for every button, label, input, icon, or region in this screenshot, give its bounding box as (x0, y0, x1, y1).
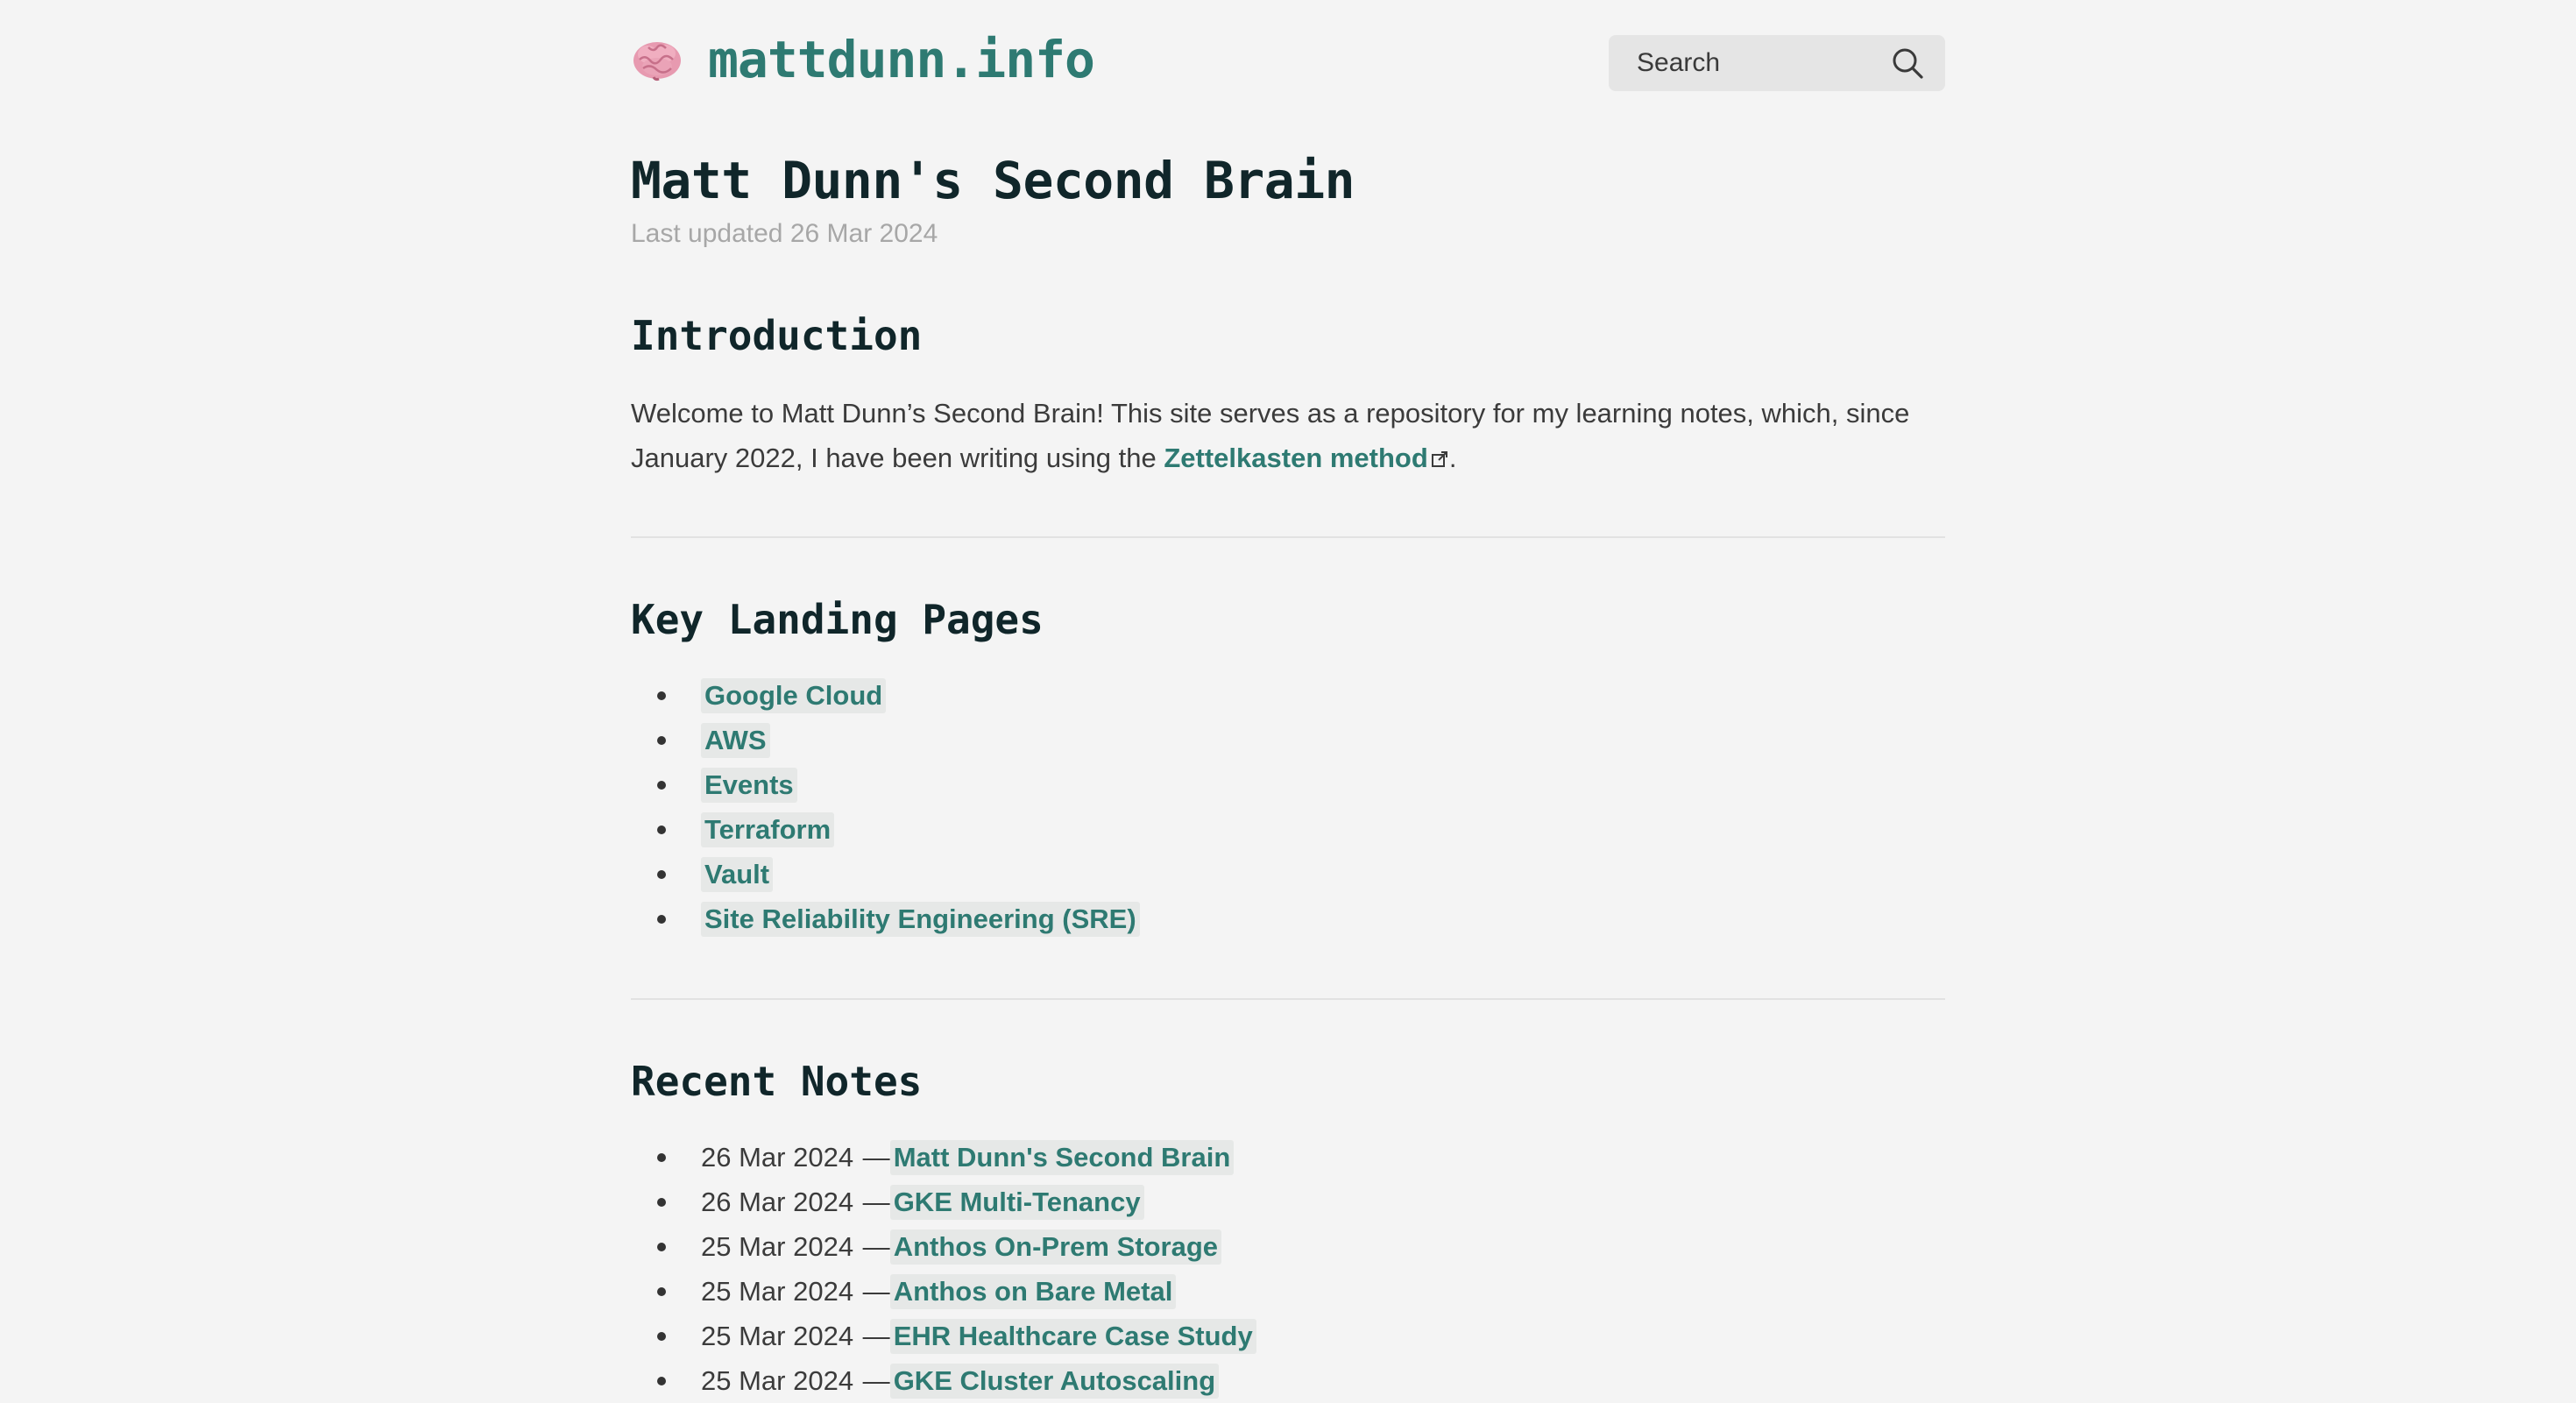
list-item: Site Reliability Engineering (SRE) (657, 896, 1140, 941)
site-header: mattdunn.info Search (631, 0, 1945, 131)
search-box[interactable]: Search (1609, 35, 1945, 91)
note-date: 26 Mar 2024 (701, 1187, 854, 1217)
list-item: 25 Mar 2024 — Anthos On-Prem Storage (657, 1224, 1256, 1269)
external-link-icon (1431, 451, 1447, 467)
landing-link-terraform[interactable]: Terraform (701, 812, 835, 847)
landing-link-sre[interactable]: Site Reliability Engineering (SRE) (701, 902, 1140, 937)
zettelkasten-link-label: Zettelkasten method (1164, 443, 1428, 473)
recent-notes-list: 26 Mar 2024 — Matt Dunn's Second Brain 26… (631, 1135, 1256, 1403)
note-link[interactable]: EHR Healthcare Case Study (889, 1319, 1256, 1354)
last-updated: Last updated 26 Mar 2024 (631, 219, 938, 248)
page-title: Matt Dunn's Second Brain (631, 151, 1355, 210)
note-link[interactable]: GKE Multi-Tenancy (889, 1185, 1144, 1220)
note-link[interactable]: Anthos On-Prem Storage (889, 1229, 1222, 1265)
note-date: 25 Mar 2024 (701, 1321, 854, 1351)
introduction-text: Welcome to Matt Dunn’s Second Brain! Thi… (631, 391, 1945, 480)
introduction-heading: Introduction (631, 312, 923, 359)
note-link[interactable]: GKE Cluster Autoscaling (889, 1364, 1220, 1399)
date-separator: — (855, 1142, 890, 1173)
search-icon[interactable] (1891, 46, 1924, 80)
date-separator: — (855, 1365, 890, 1396)
section-divider (631, 536, 1945, 538)
list-item: Google Cloud (657, 673, 1140, 718)
date-separator: — (855, 1231, 890, 1262)
zettelkasten-link[interactable]: Zettelkasten method (1164, 443, 1448, 473)
list-item: 26 Mar 2024 — Matt Dunn's Second Brain (657, 1135, 1256, 1180)
key-landing-pages-heading: Key Landing Pages (631, 596, 1044, 643)
note-date: 25 Mar 2024 (701, 1231, 854, 1262)
date-separator: — (855, 1187, 890, 1217)
site-home-link[interactable]: mattdunn.info (631, 30, 1095, 89)
search-placeholder: Search (1637, 48, 1721, 77)
list-item: Events (657, 762, 1140, 807)
recent-notes-heading: Recent Notes (631, 1058, 923, 1105)
date-separator: — (855, 1276, 890, 1307)
list-item: AWS (657, 718, 1140, 762)
list-item: 25 Mar 2024 — Anthos on Bare Metal (657, 1269, 1256, 1314)
note-link[interactable]: Matt Dunn's Second Brain (889, 1140, 1235, 1175)
site-title: mattdunn.info (708, 30, 1095, 89)
landing-link-vault[interactable]: Vault (701, 857, 774, 892)
key-landing-pages-list: Google Cloud AWS Events Terraform Vault … (631, 673, 1140, 941)
landing-link-aws[interactable]: AWS (701, 723, 770, 758)
list-item: 25 Mar 2024 — GKE Cluster Autoscaling (657, 1358, 1256, 1403)
landing-link-google-cloud[interactable]: Google Cloud (701, 678, 887, 713)
note-link[interactable]: Anthos on Bare Metal (889, 1274, 1177, 1309)
list-item: 26 Mar 2024 — GKE Multi-Tenancy (657, 1180, 1256, 1224)
note-date: 25 Mar 2024 (701, 1365, 854, 1396)
note-date: 25 Mar 2024 (701, 1276, 854, 1307)
landing-link-events[interactable]: Events (701, 768, 797, 803)
brain-icon (633, 42, 681, 81)
note-date: 26 Mar 2024 (701, 1142, 854, 1173)
introduction-text-end: . (1448, 443, 1457, 473)
section-divider (631, 998, 1945, 1000)
list-item: Terraform (657, 807, 1140, 852)
page: mattdunn.info Search Matt Dunn's Second … (631, 0, 1945, 1399)
list-item: 25 Mar 2024 — EHR Healthcare Case Study (657, 1314, 1256, 1358)
list-item: Vault (657, 852, 1140, 896)
date-separator: — (855, 1321, 890, 1351)
